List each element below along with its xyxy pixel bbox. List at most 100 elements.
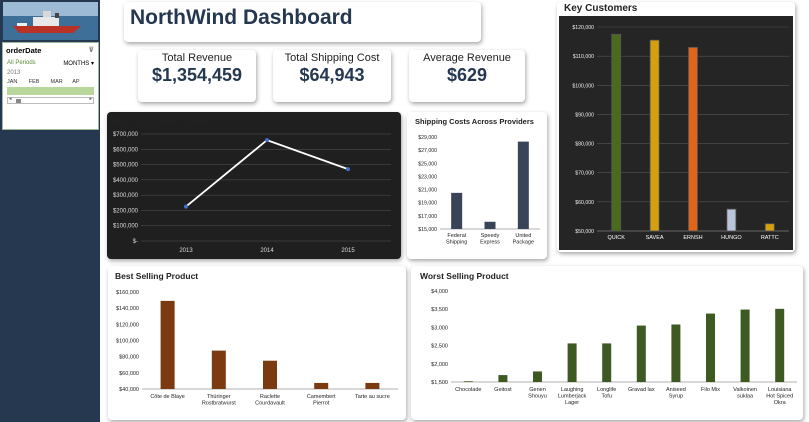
kpi-value: $64,943 bbox=[299, 65, 365, 85]
scroll-thumb[interactable] bbox=[16, 99, 21, 103]
sales-trend-chart[interactable]: 2013 - 2015 Sales Trend $700,000 $600,000… bbox=[107, 112, 401, 259]
x-tick-label: Federal Shipping bbox=[446, 233, 467, 246]
bar bbox=[636, 325, 646, 382]
series-line bbox=[185, 139, 349, 208]
bar bbox=[602, 343, 612, 382]
x-tick-label: Camembert Pierrot bbox=[307, 394, 336, 407]
x-tick-label: HUNGO bbox=[721, 235, 742, 241]
bar bbox=[688, 47, 698, 232]
clear-filter-icon[interactable]: ⊽ bbox=[88, 46, 94, 54]
slicer-month[interactable]: FEB bbox=[29, 79, 51, 85]
y-tick-label: $- bbox=[133, 239, 138, 245]
x-tick-label: Speedy Express bbox=[480, 233, 500, 246]
y-tick-label: $110,000 bbox=[573, 54, 594, 60]
bar bbox=[611, 33, 622, 232]
slicer-field-label: orderDate bbox=[6, 46, 42, 55]
x-tick-label: Chocolade bbox=[455, 387, 481, 393]
slicer-timeline-bar[interactable] bbox=[7, 87, 94, 95]
x-tick-label: Genen Shouyu bbox=[528, 387, 547, 400]
y-tick-label: $80,000 bbox=[575, 142, 594, 148]
bar bbox=[451, 192, 463, 229]
key-customers-chart[interactable]: Key Customers $120,000 $110,000 $100,000 $9… bbox=[557, 2, 795, 252]
y-tick-label: $100,000 bbox=[116, 339, 139, 345]
x-tick-label: 2015 bbox=[341, 248, 355, 254]
bar bbox=[649, 39, 660, 232]
best-selling-chart[interactable]: Best Selling Product $160,000 $140,000 $12… bbox=[108, 266, 406, 420]
x-tick-label: Filo Mix bbox=[701, 387, 720, 393]
y-tick-label: $90,000 bbox=[575, 112, 594, 118]
kpi-value: $629 bbox=[446, 65, 488, 85]
slicer-level-dropdown[interactable]: MONTHS ▾ bbox=[63, 60, 94, 67]
x-tick-label: Tarte au sucre bbox=[355, 394, 390, 400]
y-tick-label: $70,000 bbox=[575, 171, 594, 177]
x-tick-label: Valkoinen suklaa bbox=[733, 387, 757, 400]
bar bbox=[365, 382, 380, 389]
bar bbox=[567, 343, 577, 382]
slicer-level-label: MONTHS bbox=[63, 61, 90, 67]
bar bbox=[706, 313, 715, 382]
y-tick-label: $60,000 bbox=[119, 371, 139, 377]
slicer-month[interactable]: JAN bbox=[7, 79, 29, 85]
y-tick-label: $1,500 bbox=[431, 380, 448, 386]
scroll-right-icon[interactable]: ▸ bbox=[89, 96, 92, 102]
x-tick-label: Louisiana Hot Spiced Okra bbox=[766, 387, 793, 406]
slicer-scrollbar[interactable]: ◂ ▸ bbox=[7, 96, 94, 104]
x-tick-label: 2013 bbox=[179, 248, 193, 254]
slicer-all-periods[interactable]: All Periods bbox=[7, 60, 36, 67]
x-tick-label: ERNSH bbox=[683, 235, 702, 241]
x-tick-label: Thüringer Rostbratwurst bbox=[202, 394, 236, 407]
x-tick-label: United Package bbox=[513, 233, 534, 246]
y-tick-label: $80,000 bbox=[119, 355, 139, 361]
y-tick-label: $21,000 bbox=[418, 188, 437, 194]
kpi-label: Total Shipping Cost bbox=[284, 52, 380, 64]
x-tick-label: Aniseed Syrup bbox=[666, 387, 686, 400]
bar bbox=[533, 371, 542, 382]
y-tick-label: $4,000 bbox=[431, 289, 448, 295]
ship-image bbox=[3, 2, 98, 40]
bar bbox=[160, 300, 175, 389]
y-tick-label: $600,000 bbox=[113, 147, 139, 153]
bar bbox=[484, 221, 496, 229]
kpi-total-shipping-cost: Total Shipping Cost $64,943 bbox=[273, 50, 391, 102]
slicer-year: 2013 bbox=[7, 70, 21, 76]
kpi-label: Total Revenue bbox=[161, 52, 233, 64]
bar bbox=[726, 208, 737, 232]
y-tick-label: $100,000 bbox=[572, 83, 594, 89]
x-tick-label: Laughing Lumberjack Lager bbox=[558, 387, 587, 406]
y-tick-label: $25,000 bbox=[418, 161, 437, 167]
y-tick-label: $40,000 bbox=[119, 387, 139, 393]
y-tick-label: $140,000 bbox=[116, 306, 139, 312]
bar bbox=[463, 381, 473, 382]
y-tick-label: $120,000 bbox=[116, 322, 139, 328]
data-point bbox=[346, 167, 350, 172]
bar bbox=[211, 350, 226, 389]
y-tick-label: $500,000 bbox=[113, 163, 139, 169]
scroll-left-icon[interactable]: ◂ bbox=[9, 96, 12, 102]
data-point bbox=[184, 204, 188, 209]
y-tick-label: $15,000 bbox=[418, 227, 437, 233]
y-tick-label: $23,000 bbox=[418, 174, 437, 180]
worst-selling-chart[interactable]: Worst Selling Product $4,000 $3,500 $3,000… bbox=[411, 266, 803, 420]
title-card: NorthWind Dashboard bbox=[124, 2, 481, 42]
best-selling-plot: $160,000 $140,000 $120,000 $100,000 $80,000 $… bbox=[116, 290, 398, 407]
y-tick-label: $200,000 bbox=[113, 208, 139, 214]
dashboard-title: NorthWind Dashboard bbox=[130, 6, 353, 29]
y-tick-label: $27,000 bbox=[418, 148, 437, 154]
sales-trend-plot: $700,000 $600,000 $500,000 $400,000 $300,000… bbox=[113, 132, 391, 254]
x-tick-label: Raclette Courdavault bbox=[255, 394, 285, 407]
data-point bbox=[265, 138, 269, 143]
slicer-month[interactable]: AP bbox=[72, 79, 94, 85]
worst-selling-plot: $4,000 $3,500 $3,000 $2,500 $2,000 $1,500 Choc… bbox=[431, 289, 797, 406]
y-tick-label: $400,000 bbox=[113, 178, 139, 184]
y-tick-label: $19,000 bbox=[418, 201, 437, 207]
date-slicer[interactable]: orderDate ⊽ All Periods MONTHS ▾ 2013 JA… bbox=[2, 42, 99, 130]
y-tick-label: $2,000 bbox=[431, 362, 448, 368]
kpi-total-revenue: Total Revenue $1,354,459 bbox=[138, 50, 256, 102]
x-tick-label: SAVEA bbox=[646, 235, 664, 241]
slicer-month[interactable]: MAR bbox=[51, 79, 73, 85]
bar bbox=[671, 324, 681, 382]
x-tick-label: Côte de Blaye bbox=[150, 394, 185, 400]
bar bbox=[517, 141, 529, 229]
y-tick-label: $3,000 bbox=[431, 325, 448, 331]
shipping-costs-chart[interactable]: Shipping Costs Across Providers $29,000 $… bbox=[407, 112, 547, 259]
